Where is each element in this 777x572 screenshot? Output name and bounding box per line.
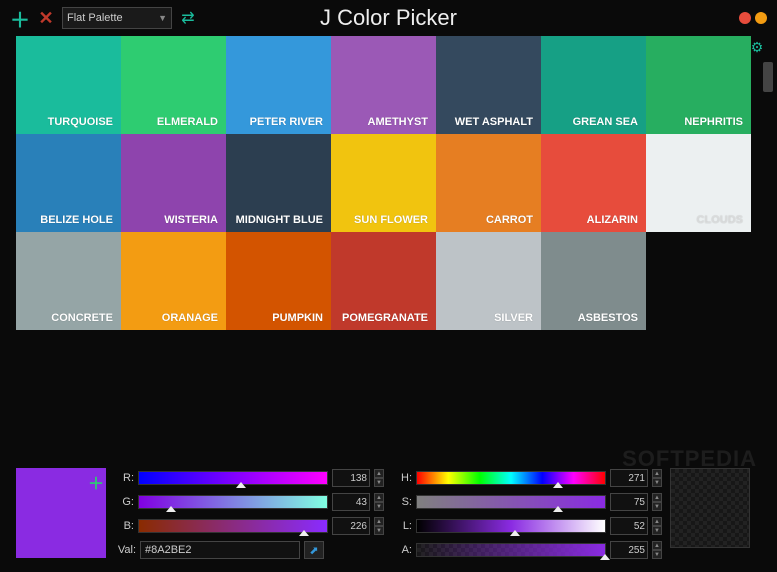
swatch-concrete[interactable]: CONCRETE (16, 232, 121, 330)
swatch-belize-hole[interactable]: BELIZE HOLE (16, 134, 121, 232)
l-input[interactable] (610, 517, 648, 535)
s-input[interactable] (610, 493, 648, 511)
close-window-button[interactable] (739, 12, 751, 24)
swatch-grean-sea[interactable]: GREAN SEA (541, 36, 646, 134)
remove-palette-button[interactable]: ✕ (36, 8, 56, 28)
swatch-pomegranate[interactable]: POMEGRANATE (331, 232, 436, 330)
swatch-label: SUN FLOWER (354, 214, 428, 226)
swatch-label: ELMERALD (157, 116, 218, 128)
r-spinner[interactable]: ▲▼ (374, 469, 384, 487)
a-spinner[interactable]: ▲▼ (652, 541, 662, 559)
swatch-asbestos[interactable]: ASBESTOS (541, 232, 646, 330)
swatch-label: PUMPKIN (272, 312, 323, 324)
a-slider[interactable] (416, 543, 606, 557)
swatch-label: POMEGRANATE (342, 312, 428, 324)
g-spinner[interactable]: ▲▼ (374, 493, 384, 511)
swatch-label: ALIZARIN (587, 214, 638, 226)
swatch-label: SILVER (494, 312, 533, 324)
swatch-label: CARROT (486, 214, 533, 226)
titlebar: ＋ ✕ Flat Palette ▼ ⇄ J Color Picker (0, 0, 777, 36)
minimize-window-button[interactable] (755, 12, 767, 24)
h-spinner[interactable]: ▲▼ (652, 469, 662, 487)
b-label: B: (114, 520, 134, 532)
scrollbar-thumb[interactable] (763, 62, 773, 92)
swatch-clouds[interactable]: CLOUDS (646, 134, 751, 232)
swatch-label: TURQUOISE (48, 116, 113, 128)
swatch-label: ASBESTOS (578, 312, 638, 324)
swatch-label: PETER RIVER (250, 116, 323, 128)
swatch-elmerald[interactable]: ELMERALD (121, 36, 226, 134)
s-slider[interactable] (416, 495, 606, 509)
color-editor: ＋ R: G: B: Val: ⬈ ▲▼ ▲▼ ▲▼ (16, 468, 761, 560)
swatch-sun-flower[interactable]: SUN FLOWER (331, 134, 436, 232)
swatch-carrot[interactable]: CARROT (436, 134, 541, 232)
swatch-label: NEPHRITIS (684, 116, 743, 128)
swatch-label: ORANAGE (162, 312, 218, 324)
g-input[interactable] (332, 493, 370, 511)
a-label: A: (392, 544, 412, 556)
swatch-label: WET ASPHALT (455, 116, 533, 128)
add-palette-button[interactable]: ＋ (10, 8, 30, 28)
palette-select-label: Flat Palette (67, 12, 123, 24)
swatch-label: BELIZE HOLE (40, 214, 113, 226)
r-slider[interactable] (138, 471, 328, 485)
swatch-pumpkin[interactable]: PUMPKIN (226, 232, 331, 330)
swatch-amethyst[interactable]: AMETHYST (331, 36, 436, 134)
gear-icon: ⚙ (751, 39, 764, 56)
g-label: G: (114, 496, 134, 508)
a-input[interactable] (610, 541, 648, 559)
eyedropper-button[interactable]: ⬈ (304, 541, 324, 559)
sort-button[interactable]: ⇄ (178, 8, 198, 28)
swatch-label: WISTERIA (164, 214, 218, 226)
s-spinner[interactable]: ▲▼ (652, 493, 662, 511)
h-slider[interactable] (416, 471, 606, 485)
swatch-oranage[interactable]: ORANAGE (121, 232, 226, 330)
transparency-preview (670, 468, 750, 548)
eyedropper-icon: ⬈ (309, 544, 318, 557)
app-title: J Color Picker (320, 5, 457, 31)
r-input[interactable] (332, 469, 370, 487)
swatch-label: AMETHYST (368, 116, 429, 128)
add-color-icon[interactable]: ＋ (88, 470, 104, 494)
l-spinner[interactable]: ▲▼ (652, 517, 662, 535)
palette-grid: TURQUOISE ELMERALD PETER RIVER AMETHYST WET … (16, 36, 751, 330)
sort-icon: ⇄ (181, 8, 194, 28)
palette-select[interactable]: Flat Palette ▼ (62, 7, 172, 29)
swatch-wisteria[interactable]: WISTERIA (121, 134, 226, 232)
swatch-peter-river[interactable]: PETER RIVER (226, 36, 331, 134)
b-slider[interactable] (138, 519, 328, 533)
b-spinner[interactable]: ▲▼ (374, 517, 384, 535)
swatch-turquoise[interactable]: TURQUOISE (16, 36, 121, 134)
swatch-label: CONCRETE (51, 312, 113, 324)
val-input[interactable] (140, 541, 300, 559)
swatch-label: MIDNIGHT BLUE (236, 214, 323, 226)
b-input[interactable] (332, 517, 370, 535)
plus-icon: ＋ (10, 4, 30, 33)
swatch-silver[interactable]: SILVER (436, 232, 541, 330)
color-preview[interactable]: ＋ (16, 468, 106, 558)
g-slider[interactable] (138, 495, 328, 509)
h-input[interactable] (610, 469, 648, 487)
s-label: S: (392, 496, 412, 508)
swatch-label: CLOUDS (697, 214, 743, 226)
l-label: L: (392, 520, 412, 532)
h-label: H: (392, 472, 412, 484)
swatch-nephritis[interactable]: NEPHRITIS (646, 36, 751, 134)
swatch-midnight-blue[interactable]: MIDNIGHT BLUE (226, 134, 331, 232)
swatch-wet-asphalt[interactable]: WET ASPHALT (436, 36, 541, 134)
swatch-alizarin[interactable]: ALIZARIN (541, 134, 646, 232)
val-label: Val: (114, 544, 136, 556)
l-slider[interactable] (416, 519, 606, 533)
swatch-label: GREAN SEA (573, 116, 638, 128)
r-label: R: (114, 472, 134, 484)
x-icon: ✕ (38, 8, 53, 29)
chevron-down-icon: ▼ (158, 13, 167, 23)
